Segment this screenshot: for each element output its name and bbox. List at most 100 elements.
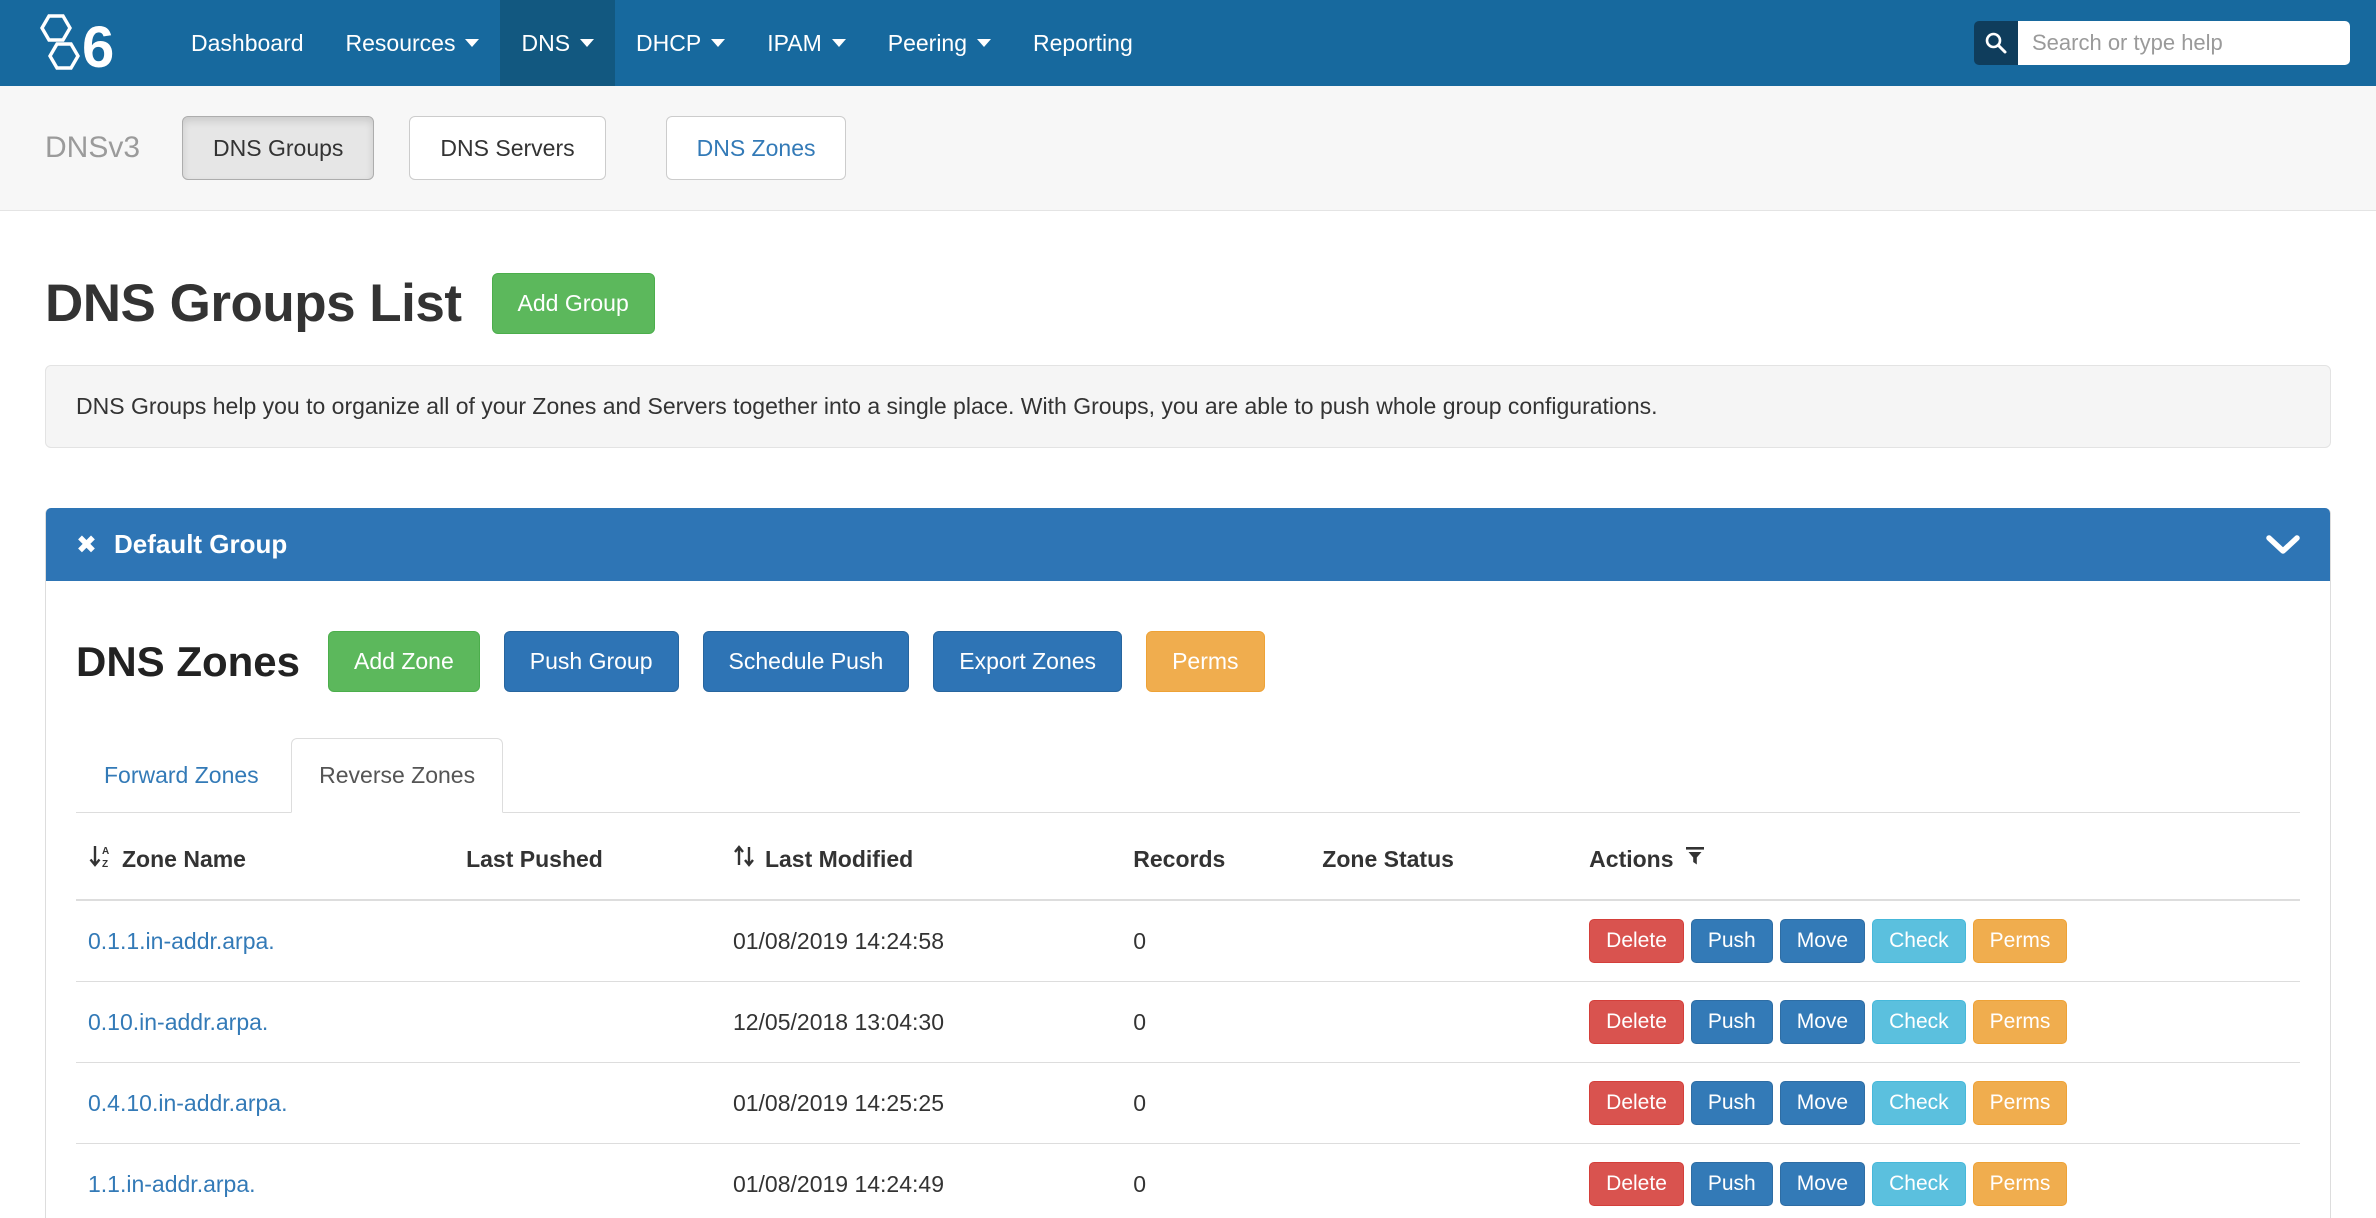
column-header-zone-name[interactable]: A Z Zone Name xyxy=(76,813,454,900)
tab-reverse-zones[interactable]: Reverse Zones xyxy=(291,738,503,813)
delete-button[interactable]: Delete xyxy=(1589,919,1684,963)
export-zones-button[interactable]: Export Zones xyxy=(933,631,1122,692)
move-button[interactable]: Move xyxy=(1780,1162,1865,1206)
actions-cell: DeletePushMoveCheckPerms xyxy=(1577,1144,2300,1218)
push-button[interactable]: Push xyxy=(1691,1000,1773,1044)
remove-group-icon[interactable]: ✖ xyxy=(76,530,97,560)
navbar-search xyxy=(1974,0,2350,86)
caret-down-icon xyxy=(977,39,991,47)
push-button[interactable]: Push xyxy=(1691,1162,1773,1206)
column-label: Records xyxy=(1133,846,1225,872)
group-title: Default Group xyxy=(114,529,287,560)
move-button[interactable]: Move xyxy=(1780,919,1865,963)
dnsv3-label: DNSv3 xyxy=(45,131,140,165)
last-pushed-cell xyxy=(454,900,721,982)
nav-item-peering[interactable]: Peering xyxy=(867,0,1012,86)
collapse-chevron-icon[interactable] xyxy=(2266,535,2300,555)
actions-cell: DeletePushMoveCheckPerms xyxy=(1577,982,2300,1063)
records-cell: 0 xyxy=(1121,1063,1310,1144)
last-modified-cell: 01/08/2019 14:24:58 xyxy=(721,900,1121,982)
caret-down-icon xyxy=(832,39,846,47)
nav-item-resources[interactable]: Resources xyxy=(325,0,501,86)
zone-link[interactable]: 0.10.in-addr.arpa. xyxy=(88,1009,268,1035)
column-label: Last Pushed xyxy=(466,846,603,872)
svg-text:Z: Z xyxy=(102,859,108,869)
svg-text:A: A xyxy=(102,846,109,857)
filter-icon[interactable] xyxy=(1684,844,1706,874)
zone-name-cell: 1.1.in-addr.arpa. xyxy=(76,1144,454,1218)
zone-link[interactable]: 0.4.10.in-addr.arpa. xyxy=(88,1090,287,1116)
dns-groups-button[interactable]: DNS Groups xyxy=(182,116,374,180)
last-modified-cell: 01/08/2019 14:24:49 xyxy=(721,1144,1121,1218)
zone-status-cell xyxy=(1310,1144,1577,1218)
schedule-push-button[interactable]: Schedule Push xyxy=(703,631,910,692)
zone-name-cell: 0.4.10.in-addr.arpa. xyxy=(76,1063,454,1144)
nav-item-ipam[interactable]: IPAM xyxy=(746,0,867,86)
move-button[interactable]: Move xyxy=(1780,1000,1865,1044)
zones-table: A Z Zone Name Last Pushed xyxy=(76,813,2300,1218)
add-group-button[interactable]: Add Group xyxy=(492,273,655,334)
caret-down-icon xyxy=(465,39,479,47)
title-row: DNS Groups List Add Group xyxy=(45,273,2331,334)
perms-button[interactable]: Perms xyxy=(1973,1162,2068,1206)
page-title: DNS Groups List xyxy=(45,273,462,334)
table-row: 0.10.in-addr.arpa. 12/05/2018 13:04:30 0… xyxy=(76,982,2300,1063)
perms-button[interactable]: Perms xyxy=(1973,1000,2068,1044)
tab-forward-zones[interactable]: Forward Zones xyxy=(76,738,287,813)
column-label: Last Modified xyxy=(765,846,913,873)
nav-item-dns[interactable]: DNS xyxy=(500,0,615,86)
sort-icon xyxy=(733,843,755,875)
column-header-records: Records xyxy=(1121,813,1310,900)
nav-label: Reporting xyxy=(1033,30,1133,57)
nav-item-reporting[interactable]: Reporting xyxy=(1012,0,1154,86)
last-modified-cell: 01/08/2019 14:25:25 xyxy=(721,1063,1121,1144)
zone-link[interactable]: 1.1.in-addr.arpa. xyxy=(88,1171,256,1197)
perms-button[interactable]: Perms xyxy=(1973,1081,2068,1125)
default-group-panel: ✖ Default Group DNS Zones Add Zone Push … xyxy=(45,508,2331,1218)
push-button[interactable]: Push xyxy=(1691,1081,1773,1125)
zone-link[interactable]: 0.1.1.in-addr.arpa. xyxy=(88,928,275,954)
caret-down-icon xyxy=(580,39,594,47)
nav-item-dashboard[interactable]: Dashboard xyxy=(170,0,325,86)
perms-button[interactable]: Perms xyxy=(1973,919,2068,963)
caret-down-icon xyxy=(711,39,725,47)
dns-zones-title: DNS Zones xyxy=(76,638,300,686)
nav-label: Resources xyxy=(346,30,456,57)
column-label: Zone Status xyxy=(1322,846,1454,872)
column-header-actions: Actions xyxy=(1577,813,2300,900)
nav-item-dhcp[interactable]: DHCP xyxy=(615,0,746,86)
check-button[interactable]: Check xyxy=(1872,1000,1966,1044)
group-panel-header[interactable]: ✖ Default Group xyxy=(46,508,2330,581)
check-button[interactable]: Check xyxy=(1872,1081,1966,1125)
delete-button[interactable]: Delete xyxy=(1589,1081,1684,1125)
svg-text:6: 6 xyxy=(82,15,114,74)
table-row: 1.1.in-addr.arpa. 01/08/2019 14:24:49 0 … xyxy=(76,1144,2300,1218)
main-content: DNS Groups List Add Group DNS Groups hel… xyxy=(0,273,2376,1218)
perms-group-button[interactable]: Perms xyxy=(1146,631,1264,692)
search-icon xyxy=(1983,30,2009,56)
records-cell: 0 xyxy=(1121,1144,1310,1218)
nav-label: Peering xyxy=(888,30,967,57)
zone-status-cell xyxy=(1310,982,1577,1063)
dns-zones-button[interactable]: DNS Zones xyxy=(666,116,847,180)
logo-6connect[interactable]: 6 xyxy=(32,0,144,86)
last-modified-cell: 12/05/2018 13:04:30 xyxy=(721,982,1121,1063)
zone-name-cell: 0.10.in-addr.arpa. xyxy=(76,982,454,1063)
check-button[interactable]: Check xyxy=(1872,1162,1966,1206)
delete-button[interactable]: Delete xyxy=(1589,1162,1684,1206)
delete-button[interactable]: Delete xyxy=(1589,1000,1684,1044)
move-button[interactable]: Move xyxy=(1780,1081,1865,1125)
last-pushed-cell xyxy=(454,1063,721,1144)
column-label: Actions xyxy=(1589,846,1673,873)
column-header-last-modified[interactable]: Last Modified xyxy=(721,813,1121,900)
push-button[interactable]: Push xyxy=(1691,919,1773,963)
nav-label: IPAM xyxy=(767,30,822,57)
table-row: 0.4.10.in-addr.arpa. 01/08/2019 14:25:25… xyxy=(76,1063,2300,1144)
check-button[interactable]: Check xyxy=(1872,919,1966,963)
push-group-button[interactable]: Push Group xyxy=(504,631,679,692)
search-input[interactable] xyxy=(2018,21,2350,65)
add-zone-button[interactable]: Add Zone xyxy=(328,631,480,692)
last-pushed-cell xyxy=(454,1144,721,1218)
search-button[interactable] xyxy=(1974,21,2018,65)
dns-servers-button[interactable]: DNS Servers xyxy=(409,116,605,180)
